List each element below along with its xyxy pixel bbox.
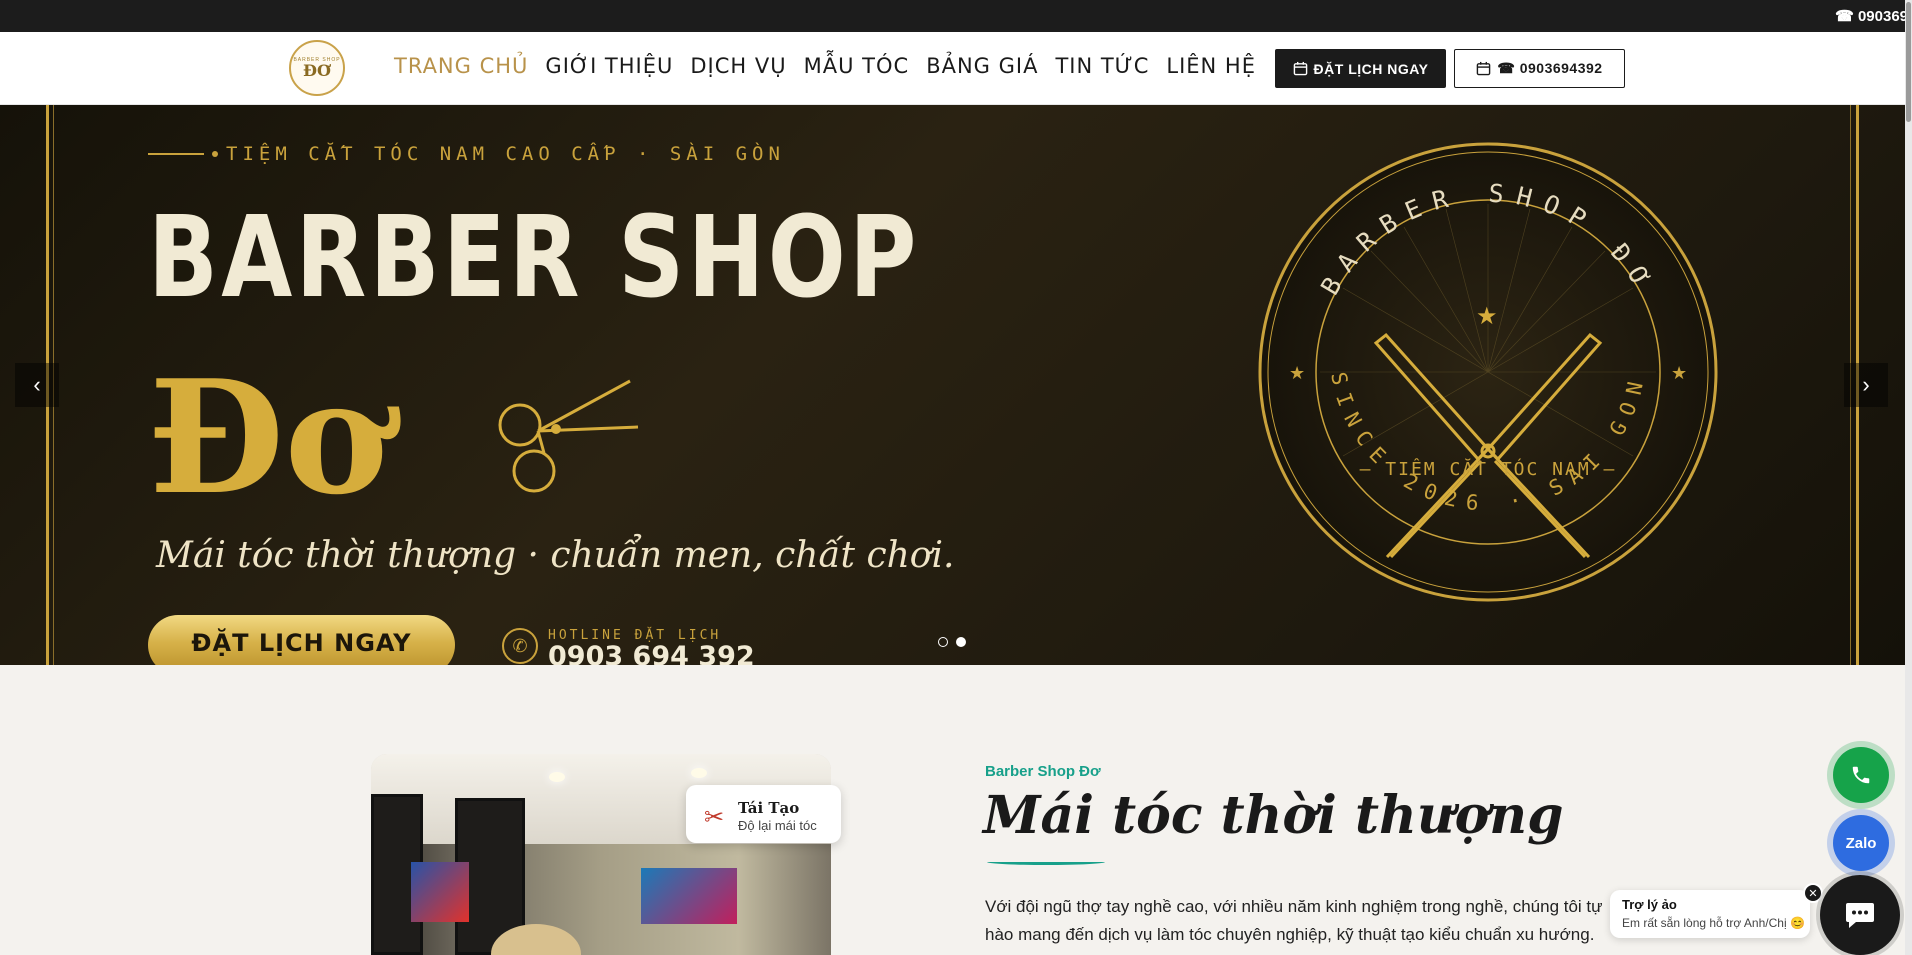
hero-slogan: Mái tóc thời thượng · chuẩn men, chất ch…	[156, 535, 955, 576]
heading-underline	[987, 859, 1105, 865]
top-bar: ☎ 090369	[0, 0, 1912, 32]
slider-dot-active[interactable]	[956, 637, 966, 647]
badge-subtitle: Độ lại mái tóc	[738, 818, 817, 833]
scissors-icon	[498, 379, 639, 493]
badge-title: Tái Tạo	[738, 799, 800, 817]
calendar-icon	[1293, 61, 1307, 76]
hero-title: BARBER SHOP	[148, 193, 920, 323]
calendar-icon	[1477, 61, 1491, 76]
barber-emblem: BARBER SHOP ĐƠ SINCE 2026 · SAI GON ★ ★ …	[1258, 142, 1718, 602]
hero-tagline: TIỆM CẮT TÓC NAM CAO CẤP · SÀI GÒN	[148, 143, 785, 165]
star-icon: ★	[1476, 303, 1498, 330]
chat-greeting[interactable]: Trợ lý ảo Em rất sẵn lòng hỗ trợ Anh/Chị…	[1610, 890, 1810, 938]
logo-mark: ĐƠ	[303, 61, 331, 80]
emblem-center-text: — TIỆM CẮT TÓC NAM —	[1360, 458, 1617, 480]
phone-button-label: ☎ 0903694392	[1497, 60, 1603, 76]
chat-icon	[1846, 903, 1874, 928]
book-now-label: ĐẶT LỊCH NGAY	[1313, 60, 1429, 77]
close-icon[interactable]: ✕	[1803, 883, 1823, 903]
hero-tagline-text: TIỆM CẮT TÓC NAM CAO CẤP · SÀI GÒN	[226, 143, 785, 165]
slider-prev-button[interactable]: ‹	[15, 363, 59, 407]
phone-icon: ✆	[502, 628, 538, 664]
slider-next-button[interactable]: ›	[1844, 363, 1888, 407]
top-phone[interactable]: ☎ 090369	[1835, 7, 1908, 25]
phone-icon	[1852, 766, 1870, 784]
about-heading: Mái tóc thời thượng	[983, 785, 1564, 846]
nav-item-home[interactable]: TRANG CHỦ	[394, 54, 528, 78]
scrollbar-thumb[interactable]	[1906, 2, 1911, 122]
chat-title: Trợ lý ảo	[1622, 897, 1677, 912]
chat-button[interactable]	[1820, 875, 1900, 955]
nav-item-contact[interactable]: LIÊN HỆ	[1166, 54, 1256, 78]
tagline-dot	[212, 151, 218, 157]
scissors-icon: ✂	[704, 804, 725, 831]
nav-item-about[interactable]: GIỚI THIỆU	[545, 54, 673, 78]
page-scrollbar[interactable]	[1905, 0, 1912, 955]
tagline-line	[148, 153, 204, 155]
site-header: BARBER SHOP ĐƠ TRANG CHỦ GIỚI THIỆU DỊCH…	[0, 32, 1912, 105]
zalo-button[interactable]: Zalo	[1833, 815, 1889, 871]
hotline-number[interactable]: 0903 694 392	[548, 641, 755, 665]
hero-book-button[interactable]: ĐẶT LỊCH NGAY	[148, 615, 455, 665]
book-now-button[interactable]: ĐẶT LỊCH NGAY	[1275, 49, 1446, 88]
star-icon: ★	[1289, 363, 1305, 383]
nav-item-hairstyles[interactable]: MẪU TÓC	[804, 54, 910, 78]
nav-item-news[interactable]: TIN TỨC	[1055, 54, 1149, 78]
call-button[interactable]	[1833, 747, 1889, 803]
star-icon: ★	[1671, 363, 1687, 383]
phone-button[interactable]: ☎ 0903694392	[1454, 49, 1625, 88]
about-kicker: Barber Shop Đơ	[985, 763, 1101, 780]
main-nav: TRANG CHỦ GIỚI THIỆU DỊCH VỤ MẪU TÓC BẢN…	[394, 54, 1273, 78]
nav-item-pricing[interactable]: BẢNG GIÁ	[926, 54, 1038, 78]
about-text: Với đội ngũ thợ tay nghề cao, với nhiều …	[985, 897, 1603, 944]
chat-subtitle: Em rất sẵn lòng hỗ trợ Anh/Chị 😊	[1622, 916, 1805, 930]
site-logo[interactable]: BARBER SHOP ĐƠ	[289, 40, 345, 96]
feature-badge: ✂ Tái Tạo Độ lại mái tóc	[686, 785, 841, 843]
hero-slider: TIỆM CẮT TÓC NAM CAO CẤP · SÀI GÒN BARBE…	[0, 105, 1905, 665]
slider-dot[interactable]	[938, 637, 948, 647]
slider-dots	[938, 637, 966, 647]
hero-brand: Đơ	[148, 346, 389, 529]
nav-item-services[interactable]: DỊCH VỤ	[690, 54, 786, 78]
